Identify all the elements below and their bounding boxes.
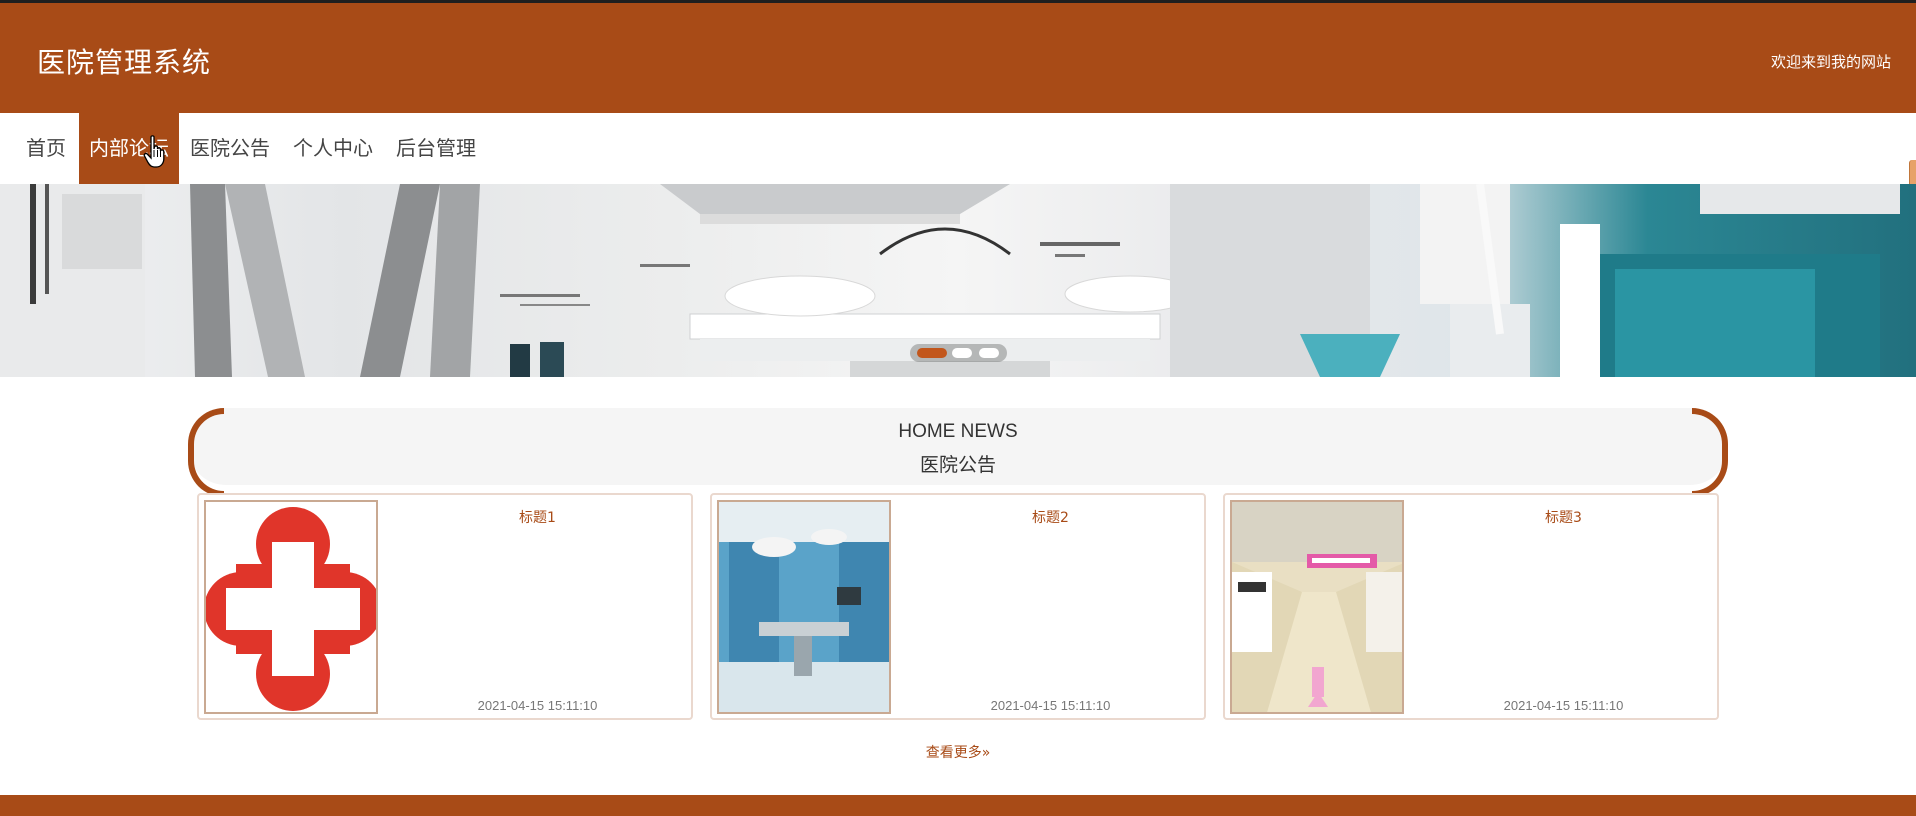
site-title: 医院管理系统 — [37, 46, 212, 79]
news-card-thumbnail[interactable] — [1230, 500, 1404, 714]
nav-item-admin[interactable]: 后台管理 — [386, 113, 486, 184]
carousel-dot-1[interactable] — [917, 348, 947, 358]
nav-item-home[interactable]: 首页 — [16, 113, 76, 184]
section-heading: HOME NEWS 医院公告 — [188, 408, 1728, 497]
nav-item-announcements[interactable]: 医院公告 — [180, 113, 280, 184]
news-card-date: 2021-04-15 15:11:10 — [990, 698, 1111, 713]
welcome-text: 欢迎来到我的网站 — [1770, 53, 1891, 71]
news-card[interactable]: 标题3 2021-04-15 15:11:10 — [1223, 493, 1719, 720]
news-card-date: 2021-04-15 15:11:10 — [1503, 698, 1624, 713]
carousel-dot-3[interactable] — [979, 348, 999, 358]
news-card-title[interactable]: 标题3 — [1410, 507, 1717, 527]
news-card[interactable]: 标题1 2021-04-15 15:11:10 — [197, 493, 693, 720]
news-card-title[interactable]: 标题1 — [384, 507, 691, 527]
view-more-label[interactable]: 查看更多 — [926, 745, 982, 761]
news-card-date: 2021-04-15 15:11:10 — [477, 698, 598, 713]
news-card-title[interactable]: 标题2 — [897, 507, 1204, 527]
carousel-dot-2[interactable] — [952, 348, 972, 358]
nav-item-forum[interactable]: 内部论坛 — [79, 113, 179, 184]
news-card[interactable]: 标题2 2021-04-15 15:11:10 — [710, 493, 1206, 720]
hospital-corridor-image — [1232, 502, 1402, 712]
header: 医院管理系统 欢迎来到我的网站 — [0, 0, 1916, 113]
double-chevron-right-icon: » — [981, 745, 991, 761]
red-cross-logo-icon — [206, 502, 376, 712]
main-nav: 首页 内部论坛 医院公告 个人中心 后台管理 — [0, 113, 1916, 184]
operating-room-image — [719, 502, 889, 712]
page: 医院管理系统 欢迎来到我的网站 首页 内部论坛 医院公告 个人中心 后台管理 H… — [0, 0, 1916, 816]
section-title-cn: 医院公告 — [919, 454, 996, 476]
carousel-indicators — [910, 344, 1007, 362]
nav-item-personal-center[interactable]: 个人中心 — [283, 113, 383, 184]
news-card-thumbnail[interactable] — [717, 500, 891, 714]
view-more-link[interactable]: 查看更多» — [0, 742, 1916, 762]
section-title-en: HOME NEWS — [898, 421, 1018, 442]
footer — [0, 795, 1916, 816]
news-card-thumbnail[interactable] — [204, 500, 378, 714]
